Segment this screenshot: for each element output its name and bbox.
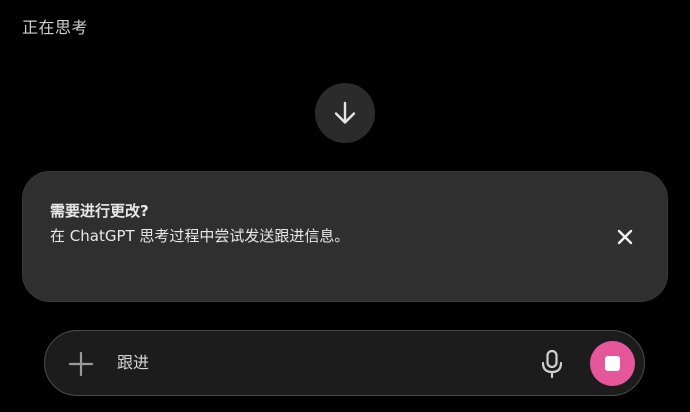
followup-input[interactable] [117, 351, 497, 375]
microphone-icon [541, 349, 563, 379]
close-icon [617, 229, 633, 245]
tip-title: 需要进行更改? [50, 202, 149, 220]
thinking-status: 正在思考 [22, 18, 89, 37]
composer-bar [44, 330, 645, 396]
arrow-down-icon [334, 101, 356, 124]
stop-icon [605, 356, 620, 371]
tip-close-button[interactable] [613, 225, 637, 249]
add-attachment-button[interactable] [67, 350, 95, 378]
plus-icon [68, 351, 94, 377]
chat-screen: 正在思考 需要进行更改? 在 ChatGPT 思考过程中尝试发送跟进信息。 [0, 0, 690, 412]
followup-tip-card: 需要进行更改? 在 ChatGPT 思考过程中尝试发送跟进信息。 [22, 171, 668, 302]
tip-body: 在 ChatGPT 思考过程中尝试发送跟进信息。 [50, 227, 350, 245]
scroll-to-bottom-button[interactable] [315, 83, 375, 143]
stop-generating-button[interactable] [590, 341, 635, 386]
voice-input-button[interactable] [539, 349, 565, 379]
